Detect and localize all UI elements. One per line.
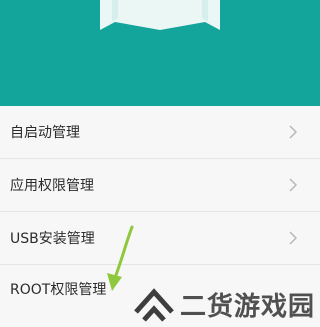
menu-item-app-permissions[interactable]: 应用权限管理 bbox=[0, 159, 320, 212]
chevron-right-icon bbox=[289, 231, 298, 245]
menu-item-autostart[interactable]: 自启动管理 bbox=[0, 106, 320, 159]
menu-item-label: ROOT权限管理 bbox=[10, 282, 107, 298]
chevron-right-icon bbox=[289, 178, 298, 192]
security-settings-screen: 自启动管理 应用权限管理 USB安装管理 ROOT权限管理 二货游戏园 bbox=[0, 0, 320, 327]
menu-item-label: USB安装管理 bbox=[10, 231, 95, 247]
chevron-right-icon bbox=[289, 125, 298, 139]
menu-item-label: 应用权限管理 bbox=[10, 178, 94, 194]
header-banner bbox=[0, 0, 320, 106]
shield-emblem-icon bbox=[100, 0, 220, 30]
menu-item-label: 自启动管理 bbox=[10, 125, 80, 141]
watermark-logo-icon bbox=[134, 288, 174, 322]
watermark-text: 二货游戏园 bbox=[180, 292, 316, 322]
watermark: 二货游戏园 bbox=[128, 280, 320, 327]
menu-item-usb-install[interactable]: USB安装管理 bbox=[0, 212, 320, 265]
